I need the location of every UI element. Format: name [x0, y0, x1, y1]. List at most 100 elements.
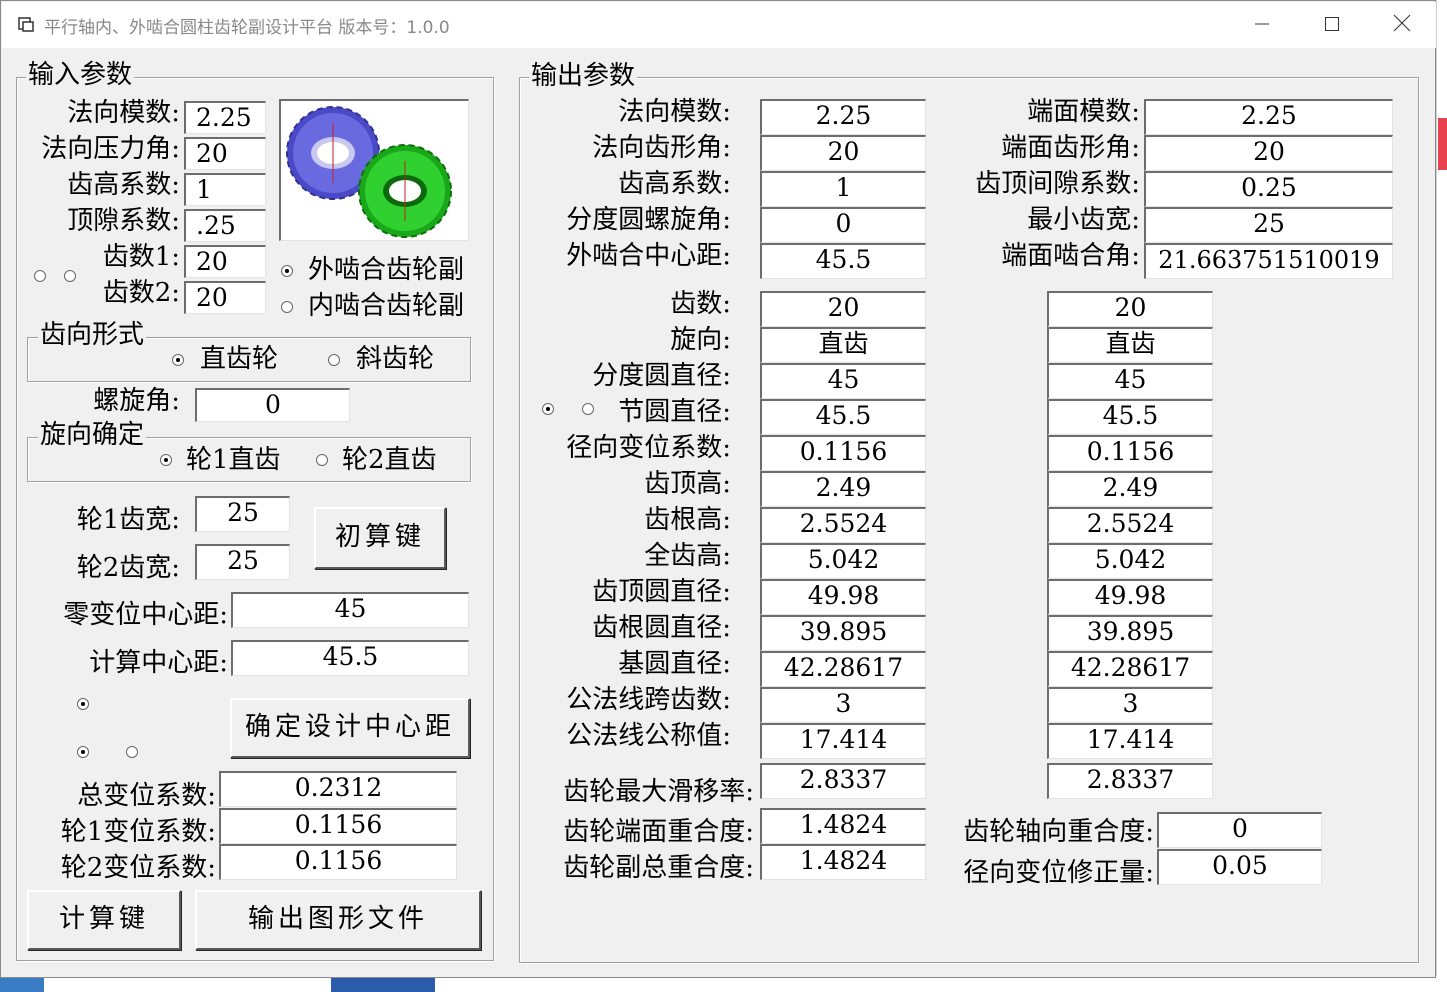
out-row-gear1-value[interactable]: 45.5 [760, 399, 926, 435]
out-normal-profile-angle-label: 法向齿形角: [592, 133, 731, 163]
helix-angle-input[interactable]: 0 [195, 388, 350, 422]
out-row-label: 基圆直径: [618, 649, 731, 679]
out-total-contact-value[interactable]: 1.4824 [760, 844, 926, 880]
center-option-radio-1[interactable] [77, 698, 89, 710]
clearance-coef-input[interactable]: .25 [184, 209, 266, 242]
out-axial-contact-value[interactable]: 0 [1157, 812, 1322, 848]
out-row-gear1-value[interactable]: 49.98 [760, 579, 926, 615]
out-row-gear1-value[interactable]: 45 [760, 363, 926, 399]
output-group-legend: 输出参数 [529, 61, 638, 91]
out-min-width-value[interactable]: 25 [1144, 207, 1393, 243]
out-normal-profile-angle-value[interactable]: 20 [760, 135, 926, 171]
out-row-gear2-value[interactable]: 2.5524 [1047, 507, 1213, 543]
close-button[interactable] [1368, 3, 1436, 47]
center-option-radio-3[interactable] [126, 746, 138, 758]
normal-module-input[interactable]: 2.25 [184, 101, 266, 134]
pressure-angle-label: 法向压力角: [41, 134, 180, 164]
out-row-gear1-value[interactable]: 5.042 [760, 543, 926, 579]
out-row-gear2-value[interactable]: 45 [1047, 363, 1213, 399]
out-normal-module-value[interactable]: 2.25 [760, 99, 926, 135]
out-transverse-module-value[interactable]: 2.25 [1144, 99, 1393, 135]
internal-mesh-label: 内啮合齿轮副 [308, 291, 465, 321]
calc-center-input[interactable]: 45.5 [231, 640, 469, 676]
out-transverse-profile-angle-label: 端面齿形角: [1001, 133, 1140, 163]
out-row-gear2-value[interactable]: 0.1156 [1047, 435, 1213, 471]
window-title: 平行轴内、外啮合圆柱齿轮副设计平台 版本号：1.0.0 [44, 18, 450, 38]
out-row-gear1-value[interactable]: 39.895 [760, 615, 926, 651]
out-transverse-mesh-angle-value[interactable]: 21.663751510019 [1144, 243, 1393, 279]
maximize-button[interactable] [1298, 3, 1366, 47]
zero-shift-center-input[interactable]: 45 [231, 592, 469, 628]
out-row-gear1-value[interactable]: 3 [760, 687, 926, 723]
teeth-option-radio-1[interactable] [34, 270, 46, 282]
teeth2-input[interactable]: 20 [184, 281, 266, 314]
out-transverse-profile-angle-value[interactable]: 20 [1144, 135, 1393, 171]
helical-radio[interactable] [328, 354, 340, 366]
out-transverse-contact-value[interactable]: 1.4824 [760, 808, 926, 844]
teeth1-input[interactable]: 20 [184, 245, 266, 278]
out-row-gear1-value[interactable]: 直齿 [760, 327, 926, 363]
out-row-gear1-value[interactable]: 0.1156 [760, 435, 926, 471]
pressure-angle-input[interactable]: 20 [184, 137, 266, 170]
shift2-input[interactable]: 0.1156 [219, 844, 457, 880]
width2-input[interactable]: 25 [195, 544, 290, 580]
out-row-label: 节圆直径: [618, 397, 731, 427]
out-row-label: 全齿高: [644, 541, 731, 571]
out-axial-contact-label: 齿轮轴向重合度: [963, 817, 1154, 847]
out-row-gear2-value[interactable]: 42.28617 [1047, 651, 1213, 687]
out-row-gear2-value[interactable]: 3 [1047, 687, 1213, 723]
out-row-gear2-value[interactable]: 45.5 [1047, 399, 1213, 435]
pitch-option-radio-1[interactable] [542, 403, 554, 415]
maximize-icon [1325, 17, 1339, 31]
out-row-label: 径向变位系数: [566, 433, 731, 463]
out-row-gear1-value[interactable]: 17.414 [760, 723, 926, 759]
external-mesh-label: 外啮合齿轮副 [308, 255, 465, 285]
minimize-button[interactable] [1228, 3, 1296, 47]
out-max-slip-value-2[interactable]: 2.8337 [1047, 763, 1213, 799]
out-row-gear2-value[interactable]: 17.414 [1047, 723, 1213, 759]
shift2-label: 轮2变位系数: [60, 853, 216, 883]
zero-shift-center-label: 零变位中心距: [63, 600, 228, 630]
out-row-gear2-value[interactable]: 5.042 [1047, 543, 1213, 579]
out-row-gear2-value[interactable]: 49.98 [1047, 579, 1213, 615]
external-mesh-radio[interactable] [281, 265, 293, 277]
width1-input[interactable]: 25 [195, 496, 290, 532]
helical-label: 斜齿轮 [356, 344, 435, 374]
out-helix-angle-value[interactable]: 0 [760, 207, 926, 243]
export-graphics-button[interactable]: 输出图形文件 [195, 890, 481, 950]
out-row-gear2-value[interactable]: 39.895 [1047, 615, 1213, 651]
out-row-gear1-value[interactable]: 42.28617 [760, 651, 926, 687]
out-row-gear2-value[interactable]: 20 [1047, 291, 1213, 327]
out-min-width-label: 最小齿宽: [1027, 205, 1140, 235]
shift1-input[interactable]: 0.1156 [219, 808, 457, 844]
pitch-option-radio-2[interactable] [582, 403, 594, 415]
out-radial-shift-corr-value[interactable]: 0.05 [1157, 849, 1322, 885]
out-transverse-mesh-angle-label: 端面啮合角: [1001, 241, 1140, 271]
width2-label: 轮2齿宽: [76, 553, 180, 583]
wheel1-straight-radio[interactable] [160, 454, 172, 466]
out-clearance-coef-value[interactable]: 0.25 [1144, 171, 1393, 207]
wheel1-straight-label: 轮1直齿 [186, 445, 281, 475]
out-center-value[interactable]: 45.5 [760, 243, 926, 279]
wheel2-straight-radio[interactable] [316, 454, 328, 466]
out-row-label: 齿数: [670, 289, 731, 319]
out-max-slip-value-1[interactable]: 2.8337 [760, 763, 926, 799]
background-app-button [331, 977, 435, 992]
calc-button[interactable]: 计算键 [27, 890, 181, 950]
internal-mesh-radio[interactable] [281, 301, 293, 313]
center-option-radio-2[interactable] [77, 746, 89, 758]
out-addendum-coef-value[interactable]: 1 [760, 171, 926, 207]
out-transverse-contact-label: 齿轮端面重合度: [563, 817, 754, 847]
addendum-coef-input[interactable]: 1 [184, 173, 266, 206]
total-shift-input[interactable]: 0.2312 [219, 771, 457, 807]
teeth2-label: 齿数2: [102, 278, 180, 308]
out-row-gear2-value[interactable]: 直齿 [1047, 327, 1213, 363]
teeth-option-radio-2[interactable] [64, 270, 76, 282]
confirm-center-button[interactable]: 确定设计中心距 [230, 698, 470, 758]
out-row-gear2-value[interactable]: 2.49 [1047, 471, 1213, 507]
out-row-gear1-value[interactable]: 2.49 [760, 471, 926, 507]
out-row-gear1-value[interactable]: 20 [760, 291, 926, 327]
out-row-gear1-value[interactable]: 2.5524 [760, 507, 926, 543]
precalc-button[interactable]: 初算键 [314, 507, 446, 569]
spur-radio[interactable] [172, 354, 184, 366]
